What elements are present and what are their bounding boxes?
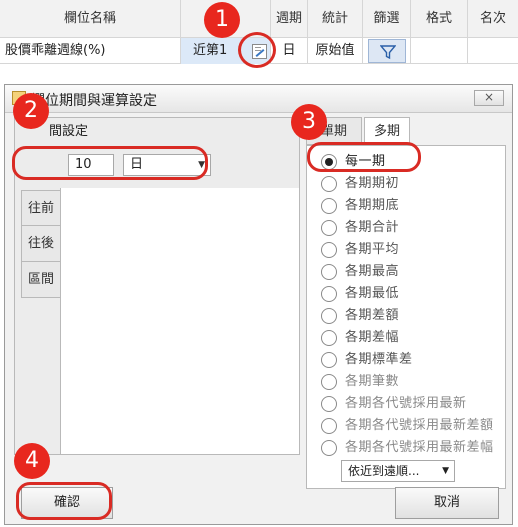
- filter-button[interactable]: [368, 39, 406, 63]
- col-period-header[interactable]: 週期: [271, 0, 308, 38]
- chevron-down-icon: ▼: [442, 466, 449, 476]
- period-tabs: 往前 往後 區間: [21, 190, 61, 298]
- filter-icon: [380, 45, 396, 60]
- radio-icon: [321, 264, 337, 280]
- highlight-ring-confirm: [16, 482, 112, 520]
- radio-icon: [321, 330, 337, 346]
- radio-icon: [321, 198, 337, 214]
- annotation-badge-1: 1: [204, 2, 240, 38]
- radio-icon: [321, 352, 337, 368]
- period-content-area: [60, 188, 299, 454]
- annotation-badge-2: 2: [13, 93, 49, 129]
- col-format-header[interactable]: 格式: [411, 0, 468, 38]
- radio-icon: [321, 220, 337, 236]
- option-latest-per-code-change-rate[interactable]: 各期各代號採用最新差幅: [321, 438, 505, 458]
- tab-range[interactable]: 區間: [21, 262, 61, 298]
- row-stat[interactable]: 原始值: [308, 38, 363, 64]
- radio-icon: [321, 374, 337, 390]
- annotation-badge-4: 4: [14, 443, 50, 479]
- radio-icon: [321, 286, 337, 302]
- highlight-ring-edit: [238, 32, 276, 68]
- highlight-ring-period: [12, 146, 208, 180]
- option-latest-per-code-difference[interactable]: 各期各代號採用最新差額: [321, 416, 505, 436]
- cancel-button[interactable]: 取消: [395, 487, 499, 519]
- tab-next[interactable]: 往後: [21, 226, 61, 262]
- radio-icon: [321, 176, 337, 192]
- dialog-title: 欄位期間與運算設定: [31, 93, 157, 109]
- row-rank-cell: [468, 38, 518, 64]
- panel-title: 間設定: [49, 124, 89, 139]
- dialog-titlebar: 欄位期間與運算設定 ×: [5, 85, 512, 113]
- radio-icon: [321, 396, 337, 412]
- radio-icon: [321, 242, 337, 258]
- col-filter-header[interactable]: 篩選: [363, 0, 411, 38]
- radio-icon: [321, 308, 337, 324]
- annotation-badge-3: 3: [291, 104, 327, 140]
- col-stat-header[interactable]: 統計: [308, 0, 363, 38]
- order-select-value: 依近到遠順...: [348, 464, 420, 478]
- highlight-ring-each-period: [307, 142, 421, 172]
- row-format-cell: [411, 38, 468, 64]
- radio-icon: [321, 418, 337, 434]
- row-field-name[interactable]: 股價乖離週線(%): [0, 38, 181, 64]
- row-unit[interactable]: 日: [271, 38, 308, 64]
- calc-options: 每一期 各期期初 各期期底 各期合計 各期平均 各期最高 各期最低 各期差額 各…: [306, 145, 506, 489]
- col-name-header[interactable]: 欄位名稱: [0, 0, 181, 38]
- order-select[interactable]: 依近到遠順... ▼: [341, 460, 455, 482]
- col-rank-header[interactable]: 名次: [468, 0, 518, 38]
- tab-previous[interactable]: 往前: [21, 190, 61, 226]
- radio-icon: [321, 440, 337, 456]
- close-button[interactable]: ×: [474, 90, 504, 106]
